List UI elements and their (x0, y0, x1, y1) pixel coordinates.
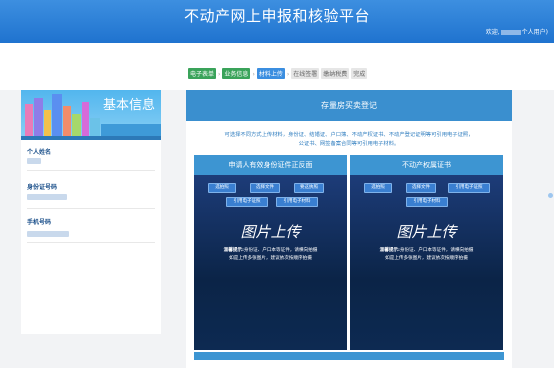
next-panel-header (194, 352, 504, 360)
welcome-suffix: 个人用户) (521, 29, 548, 36)
app-header: 不动产网上申报和核验平台 欢迎, 个人用户) (0, 0, 554, 43)
page-title: 不动产网上申报和核验平台 (183, 7, 370, 25)
step-arrow-icon: › (286, 71, 290, 78)
cite-e-material-button[interactable]: 引用电子材料 (276, 197, 318, 207)
tip-line-1: 身份证、户口本等证件，请横向拍摄 (399, 248, 474, 253)
step-upload[interactable]: 材料上传 (256, 68, 285, 79)
tip-line-1: 身份证、户口本等证件，请横向拍摄 (243, 248, 318, 253)
upload-image-label[interactable]: 图片上传 (194, 221, 347, 242)
take-photo-button[interactable]: 选拍照 (364, 183, 392, 193)
info-banner: 基本信息 (21, 90, 161, 140)
step-sign: 在线签署 (291, 68, 320, 79)
section-title: 存量房买卖登记 (186, 90, 512, 121)
take-photo-button[interactable]: 选拍照 (208, 183, 236, 193)
tip-line-2: 如是上传多张图片，建议依次按顺序拍摄 (229, 256, 312, 261)
upload-dropzone[interactable]: 选拍照 选择文件 要这执照 引用电子证照 引用电子材料 图片上传 温馨提示:身份… (194, 175, 347, 350)
upload-image-label[interactable]: 图片上传 (350, 221, 503, 242)
welcome-prefix: 欢迎, (485, 29, 500, 36)
divider (27, 170, 155, 171)
step-arrow-icon: › (252, 71, 255, 78)
upload-tip: 温馨提示:身份证、户口本等证件，请横向拍摄 如是上传多张图片，建议依次按顺序拍摄 (204, 247, 337, 263)
basic-info-sidebar: 基本信息 个人姓名 身份证号码 手机号码 (21, 90, 161, 334)
banner-title: 基本信息 (102, 98, 155, 113)
upload-tip: 温馨提示:身份证、户口本等证件，请横向拍摄 如是上传多张图片，建议依次按顺序拍摄 (360, 247, 493, 263)
upload-section: 存量房买卖登记 可选择不同方式上传材料，身份证、结婚证、户口簿、不动产权证书、不… (186, 90, 512, 368)
step-finish: 完成 (351, 68, 368, 79)
username-mask (500, 30, 521, 35)
phone-label: 手机号码 (27, 219, 52, 226)
step-form[interactable]: 电子表单 (188, 68, 217, 79)
panel-title: 不动产权属证书 (350, 155, 503, 175)
progress-steps: 电子表单 › 业务信息 › 材料上传 › 在线签署 缴纳税费 完成 (188, 68, 369, 79)
panel-title: 申请人有效身份证件正反面 (194, 155, 347, 175)
step-arrow-icon: › (218, 71, 221, 78)
id-number-value-masked (27, 194, 67, 200)
name-value-masked (27, 158, 41, 164)
step-business-info[interactable]: 业务信息 (222, 68, 251, 79)
upload-notice: 可选择不同方式上传材料，身份证、结婚证、户口簿、不动产权证书、不动产登记证明等可… (194, 131, 504, 149)
tip-label: 温馨提示: (379, 248, 400, 253)
phone-value-masked (27, 231, 69, 237)
notice-line-2: 公证书、网签备案合同等可引用电子材料。 (298, 141, 400, 147)
tip-label: 温馨提示: (223, 248, 244, 253)
id-number-label: 身份证号码 (27, 184, 58, 191)
scroll-indicator-icon[interactable] (548, 193, 553, 198)
property-certificate-upload-panel: 不动产权属证书 选拍照 选择文件 引用电子证照 引用电子材料 图片上传 温馨提示… (350, 155, 503, 350)
cite-e-license-button[interactable]: 引用电子证照 (448, 183, 490, 193)
upload-dropzone[interactable]: 选拍照 选择文件 引用电子证照 引用电子材料 图片上传 温馨提示:身份证、户口本… (350, 175, 503, 350)
cite-e-material-button[interactable]: 引用电子材料 (406, 197, 448, 207)
welcome-text: 欢迎, 个人用户) (486, 27, 548, 36)
cite-e-license-button[interactable]: 引用电子证照 (226, 197, 268, 207)
name-label: 个人姓名 (27, 149, 52, 156)
notice-line-1: 可选择不同方式上传材料，身份证、结婚证、户口簿、不动产权证书、不动产登记证明等可… (224, 132, 474, 138)
divider (27, 208, 155, 209)
license-button[interactable]: 要这执照 (294, 183, 324, 193)
step-tax: 缴纳税费 (321, 68, 350, 79)
id-card-upload-panel: 申请人有效身份证件正反面 选拍照 选择文件 要这执照 引用电子证照 引用电子材料… (194, 155, 347, 350)
choose-file-button[interactable]: 选择文件 (250, 183, 280, 193)
choose-file-button[interactable]: 选择文件 (406, 183, 436, 193)
divider (27, 242, 155, 243)
step-bar (0, 43, 554, 90)
tip-line-2: 如是上传多张图片，建议依次按顺序拍摄 (385, 256, 468, 261)
